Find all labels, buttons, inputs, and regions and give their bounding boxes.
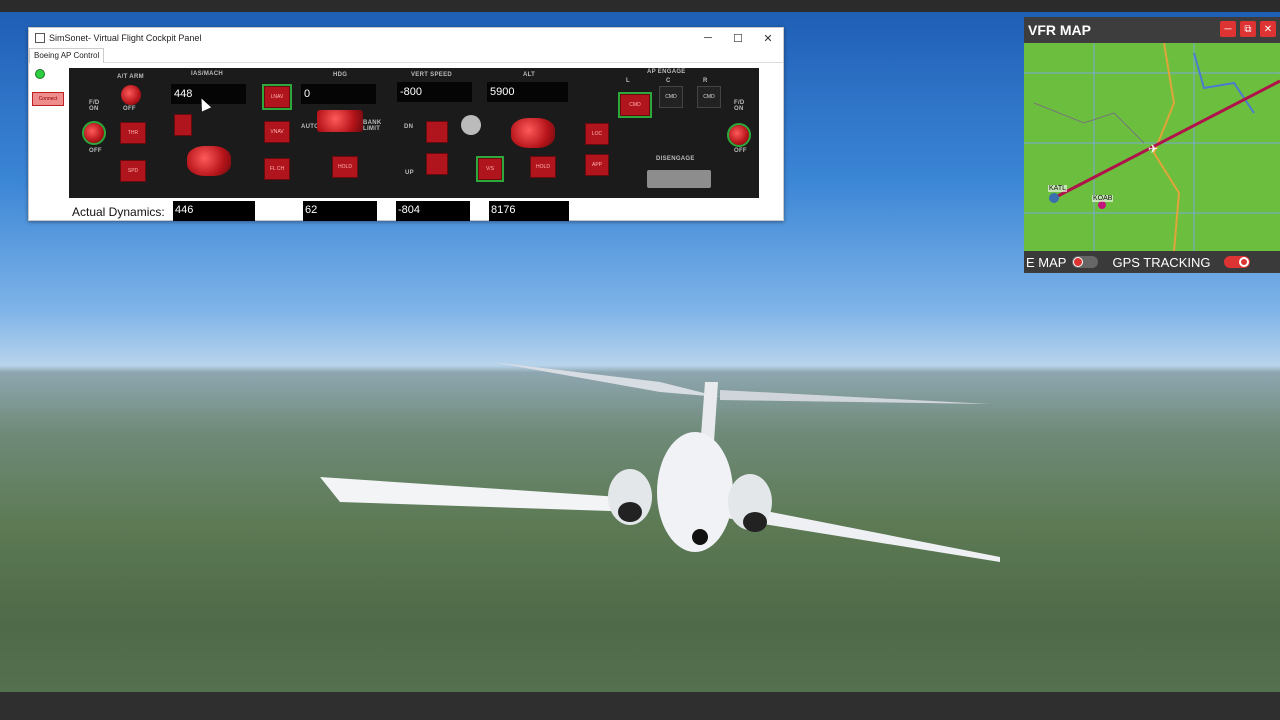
gps-track-line (1053, 79, 1280, 200)
actual-altitude: 8176 (489, 201, 569, 221)
alt-hold-button[interactable]: HOLD (530, 156, 556, 178)
app-icon (35, 33, 45, 43)
ias-knob[interactable] (187, 146, 231, 176)
alt-display[interactable]: 5900 (487, 82, 568, 102)
fd-right-on-label: F/D ON (734, 100, 745, 112)
at-arm-switch[interactable] (121, 85, 141, 105)
ap-c-label: C (666, 78, 671, 84)
at-arm-off-label: OFF (123, 106, 136, 112)
hdg-hold-button[interactable]: HOLD (332, 156, 358, 178)
disengage-bar[interactable] (647, 170, 711, 188)
koab-airport-icon (1098, 201, 1106, 209)
vert-speed-label: VERT SPEED (411, 72, 453, 78)
spd-button[interactable]: SPD (120, 160, 146, 182)
map-close-button[interactable]: ✕ (1260, 21, 1276, 37)
window-controls: ─ ☐ ✕ (693, 28, 783, 48)
vfr-map-panel: VFR MAP ─ ⧉ ✕ ✈ KATL KOAB E MAP GPS TRAC… (1024, 17, 1280, 273)
katl-label: KATL (1048, 185, 1067, 192)
map-toggle-label: E MAP (1026, 254, 1067, 270)
fd-left-switch[interactable] (82, 121, 106, 145)
fd-right-off-label: OFF (734, 148, 747, 154)
thr-button[interactable]: THR (120, 122, 146, 144)
actual-heading: 62 (303, 201, 377, 221)
co-button[interactable] (174, 114, 192, 136)
up-label: UP (405, 170, 414, 176)
hdg-display[interactable]: 0 (301, 84, 376, 104)
cmd-c-button[interactable]: CMD (659, 86, 683, 108)
at-arm-label: A/T ARM (117, 74, 144, 80)
katl-airport-icon (1049, 193, 1059, 203)
cmd-r-button[interactable]: CMD (697, 86, 721, 108)
window-title: SimSonet- Virtual Flight Cockpit Panel (49, 33, 202, 43)
bottom-bar (0, 692, 1280, 720)
top-bar (0, 0, 1280, 12)
gps-tracking-toggle[interactable] (1224, 256, 1251, 268)
cmd-l-button[interactable]: CMD (618, 92, 652, 118)
fd-left-on-label: F/D ON (89, 100, 100, 112)
map-graphics: ✈ (1024, 43, 1280, 251)
tab-boeing-ap-control[interactable]: Boeing AP Control (29, 48, 105, 63)
map-popout-button[interactable]: ⧉ (1240, 21, 1256, 37)
vs-button[interactable]: V/S (476, 156, 504, 182)
autopilot-panel: A/T ARM IAS/MACH HDG VERT SPEED ALT AP E… (69, 68, 759, 198)
actual-speed: 446 (173, 201, 255, 221)
dn-label: DN (404, 124, 414, 130)
actual-vert-speed: -804 (396, 201, 470, 221)
fd-left-off-label: OFF (89, 148, 102, 154)
map-canvas[interactable]: ✈ KATL KOAB (1024, 43, 1280, 251)
ap-l-label: L (626, 78, 630, 84)
map-footer: E MAP GPS TRACKING (1024, 251, 1280, 273)
window-titlebar: SimSonet- Virtual Flight Cockpit Panel (29, 28, 783, 48)
cockpit-panel-window: SimSonet- Virtual Flight Cockpit Panel ─… (28, 27, 784, 221)
close-button[interactable]: ✕ (753, 28, 783, 48)
gps-tracking-label: GPS TRACKING (1112, 254, 1211, 270)
vnav-button[interactable]: VNAV (264, 121, 290, 143)
koab-label: KOAB (1092, 195, 1114, 202)
bank-limit-label: BANK LIMIT (363, 120, 382, 132)
ap-engage-label: AP ENGAGE (647, 69, 686, 75)
map-title: VFR MAP (1028, 22, 1091, 38)
tab-bar: Boeing AP Control (29, 48, 783, 63)
svg-text:✈: ✈ (1148, 142, 1158, 156)
maximize-button[interactable]: ☐ (723, 28, 753, 48)
hdg-knob[interactable] (317, 110, 363, 132)
loc-button[interactable]: LOC (585, 123, 609, 145)
fd-right-switch[interactable] (727, 123, 751, 147)
lnav-button[interactable]: LNAV (262, 84, 292, 110)
ias-mach-label: IAS/MACH (191, 71, 224, 77)
connect-button[interactable]: Connect (32, 92, 64, 106)
hdg-label: HDG (333, 72, 348, 78)
actual-dynamics-row: Actual Dynamics: 446 62 -804 8176 (29, 200, 783, 222)
vs-indicator (461, 115, 481, 135)
app-button[interactable]: APP (585, 154, 609, 176)
map-toggle[interactable] (1072, 256, 1099, 268)
aircraft-image (320, 362, 1000, 562)
vert-speed-display[interactable]: -800 (397, 82, 472, 102)
connection-status-indicator (35, 69, 45, 79)
ap-r-label: R (703, 78, 708, 84)
alt-label: ALT (523, 72, 536, 78)
map-controls: ─ ⧉ ✕ (1220, 21, 1276, 37)
disengage-label: DISENGAGE (656, 156, 695, 162)
vs-wheel-dn[interactable] (426, 121, 448, 143)
map-minimize-button[interactable]: ─ (1220, 21, 1236, 37)
alt-knob[interactable] (511, 118, 555, 148)
minimize-button[interactable]: ─ (693, 28, 723, 48)
flch-button[interactable]: FL CH (264, 158, 290, 180)
vs-wheel-up[interactable] (426, 153, 448, 175)
actual-dynamics-label: Actual Dynamics: (72, 205, 165, 219)
